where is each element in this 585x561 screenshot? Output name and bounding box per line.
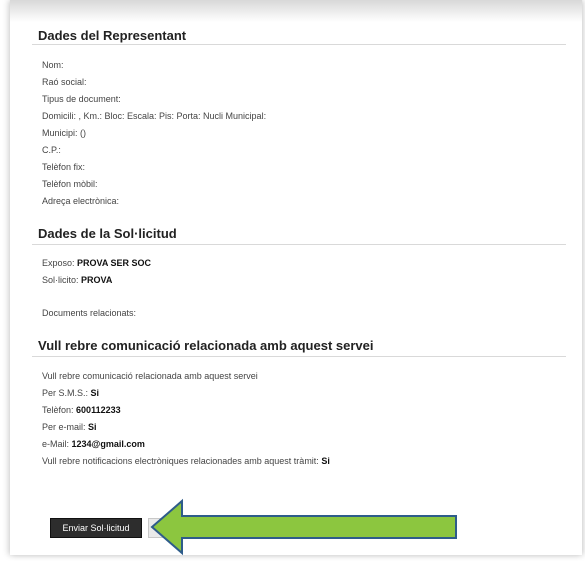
field-adreca-electronica: Adreça electrònica:: [42, 196, 120, 206]
field-phone-value: 600112233: [76, 405, 121, 415]
section-title-communication: Vull rebre comunicació relacionada amb a…: [38, 338, 374, 353]
highlight-arrow-icon: [150, 498, 460, 556]
field-sollicito: Sol·licito: PROVA: [42, 275, 112, 285]
field-rao-social: Raó social:: [42, 77, 87, 87]
section-divider: [32, 244, 566, 245]
field-notifications-value: Si: [321, 456, 330, 466]
field-email-label: e-Mail:: [42, 439, 70, 449]
field-email-pref-value: Si: [88, 422, 97, 432]
section-divider: [32, 356, 566, 357]
field-telefon-fix: Telèfon fix:: [42, 162, 86, 172]
field-notifications-label: Vull rebre notificacions electròniques r…: [42, 456, 319, 466]
field-phone-label: Telèfon:: [42, 405, 74, 415]
section-title-request: Dades de la Sol·licitud: [38, 226, 177, 241]
submit-request-button[interactable]: Enviar Sol·licitud: [50, 518, 142, 538]
field-com-intro: Vull rebre comunicació relacionada amb a…: [42, 371, 258, 381]
field-sollicito-value: PROVA: [81, 275, 113, 285]
field-exposo-value: PROVA SER SOC: [77, 258, 152, 268]
field-sms-label: Per S.M.S.:: [42, 388, 89, 398]
field-domicili: Domicili: , Km.: Bloc: Escala: Pis: Port…: [42, 111, 267, 121]
field-email-value: 1234@gmail.com: [71, 439, 145, 449]
field-notifications: Vull rebre notificacions electròniques r…: [42, 456, 330, 466]
section-title-representative: Dades del Representant: [38, 28, 187, 43]
field-exposo: Exposo: PROVA SER SOC: [42, 258, 151, 268]
field-sms: Per S.M.S.: Si: [42, 388, 99, 398]
field-cp: C.P.:: [42, 145, 61, 155]
field-documents: Documents relacionats:: [42, 308, 137, 318]
field-email: e-Mail: 1234@gmail.com: [42, 439, 145, 449]
field-email-pref: Per e-mail: Si: [42, 422, 97, 432]
field-phone: Telèfon: 600112233: [42, 405, 121, 415]
field-email-pref-label: Per e-mail:: [42, 422, 86, 432]
field-sms-value: Si: [90, 388, 100, 398]
section-divider: [32, 44, 566, 45]
form-summary-panel: Dades del Representant Nom: Raó social: …: [10, 0, 582, 555]
field-exposo-label: Exposo:: [42, 258, 75, 268]
field-municipi: Municipi: (): [42, 128, 87, 138]
field-nom: Nom:: [42, 60, 64, 70]
field-telefon-mobil: Telèfon mòbil:: [42, 179, 98, 189]
field-sollicito-label: Sol·licito:: [42, 275, 79, 285]
field-tipus-document: Tipus de document:: [42, 94, 121, 104]
